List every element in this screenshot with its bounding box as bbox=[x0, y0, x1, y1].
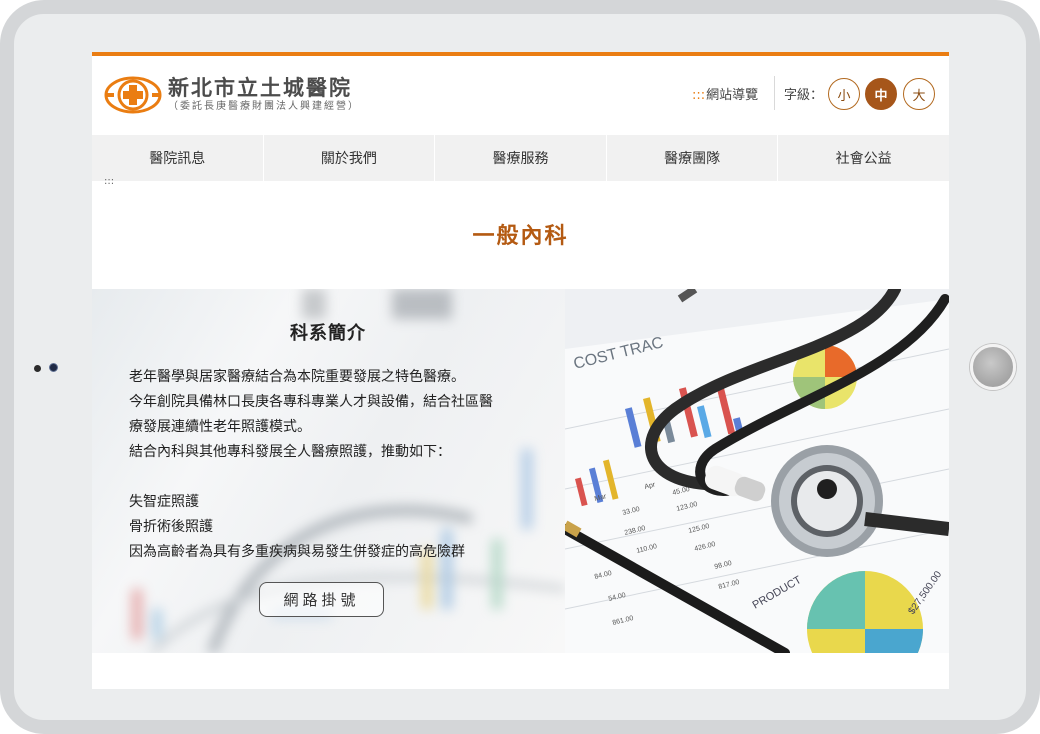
sitemap-label: 網站導覽 bbox=[706, 88, 759, 103]
hospital-logo[interactable]: 新北市立土城醫院 （委託長庚醫療財團法人興建經營） bbox=[104, 73, 364, 117]
list-item: 骨折術後照護 bbox=[129, 519, 213, 535]
stethoscope-illustration: COST TRAC Mar Apr 45.00 33.00 123.00 238… bbox=[565, 289, 949, 653]
online-registration-button[interactable]: 網路掛號 bbox=[259, 582, 384, 617]
hospital-cross-icon bbox=[104, 76, 162, 114]
accesskey-marker[interactable]: ::: bbox=[104, 176, 114, 187]
paragraph-line: 老年醫學與居家醫療結合為本院重要發展之特色醫療。 bbox=[129, 369, 465, 385]
font-size-medium-button[interactable]: 中 bbox=[865, 78, 897, 110]
list-item: 因為高齡者為具有多重疾病與易發生併發症的高危險群 bbox=[129, 544, 465, 560]
nav-item-medical-services[interactable]: 醫療服務 bbox=[435, 135, 607, 181]
browser-screen: 新北市立土城醫院 （委託長庚醫療財團法人興建經營） :::網站導覽 字級： 小 … bbox=[92, 52, 949, 689]
nav-item-social-welfare[interactable]: 社會公益 bbox=[778, 135, 949, 181]
intro-text-panel: 科系簡介 老年醫學與居家醫療結合為本院重要發展之特色醫療。 今年創院具備林口長庚… bbox=[92, 289, 565, 653]
sitemap-link[interactable]: :::網站導覽 bbox=[692, 84, 758, 103]
logo-subtitle: （委託長庚醫療財團法人興建經營） bbox=[168, 101, 360, 112]
main-nav: 醫院訊息 關於我們 醫療服務 醫療團隊 社會公益 bbox=[92, 135, 949, 181]
font-size-small-button[interactable]: 小 bbox=[828, 78, 860, 110]
paragraph-line: 今年創院具備林口長庚各專科專業人才與設備，結合社區醫 bbox=[129, 394, 493, 410]
list-item: 失智症照護 bbox=[129, 494, 199, 510]
section-heading: 科系簡介 bbox=[290, 323, 366, 344]
nav-item-hospital-news[interactable]: 醫院訊息 bbox=[92, 135, 264, 181]
camera-icon bbox=[34, 363, 62, 373]
paragraph-line: 結合內科與其他專科發展全人醫療照護，推動如下： bbox=[129, 444, 451, 460]
logo-title: 新北市立土城醫院 bbox=[168, 76, 352, 100]
home-button[interactable] bbox=[970, 344, 1016, 390]
header-divider bbox=[774, 76, 775, 110]
intro-paragraph: 老年醫學與居家醫療結合為本院重要發展之特色醫療。 今年創院具備林口長庚各專科專業… bbox=[129, 365, 539, 465]
site-header: 新北市立土城醫院 （委託長庚醫療財團法人興建經營） :::網站導覽 字級： 小 … bbox=[92, 56, 949, 131]
department-intro: 科系簡介 老年醫學與居家醫療結合為本院重要發展之特色醫療。 今年創院具備林口長庚… bbox=[92, 289, 949, 653]
care-list: 失智症照護 骨折術後照護 因為高齡者為具有多重疾病與易發生併發症的高危險群 bbox=[129, 490, 539, 565]
stethoscope-photo: COST TRAC Mar Apr 45.00 33.00 123.00 238… bbox=[565, 289, 949, 653]
sitemap-dots: ::: bbox=[692, 88, 706, 103]
page-title: 一般內科 bbox=[472, 224, 569, 249]
nav-item-about-us[interactable]: 關於我們 bbox=[264, 135, 436, 181]
nav-item-medical-team[interactable]: 醫療團隊 bbox=[607, 135, 779, 181]
font-size-label: 字級： bbox=[784, 88, 824, 103]
paragraph-line: 療發展連續性老年照護模式。 bbox=[129, 419, 311, 435]
font-size-large-button[interactable]: 大 bbox=[903, 78, 935, 110]
